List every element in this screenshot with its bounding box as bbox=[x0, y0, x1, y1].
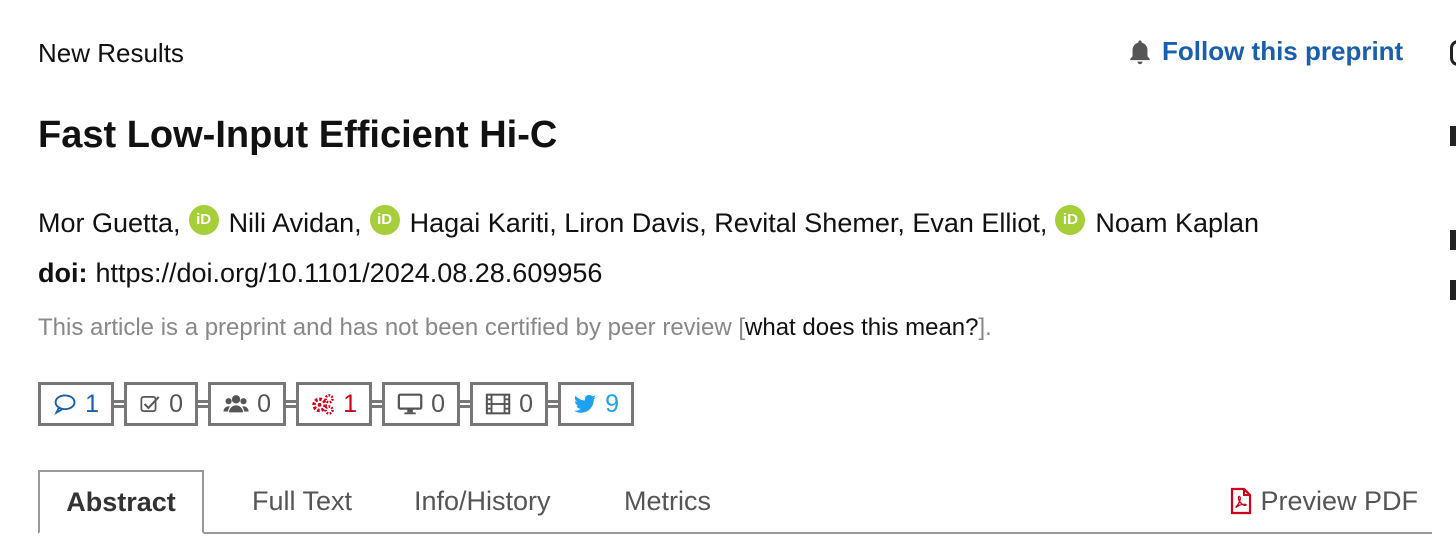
comment-icon bbox=[54, 394, 76, 415]
pdf-file-icon bbox=[1231, 487, 1252, 515]
notice-text: This article is a preprint and has not b… bbox=[38, 314, 746, 341]
author-list: Mor Guetta, iD Nili Avidan, iD Hagai Kar… bbox=[38, 204, 1259, 239]
author-name[interactable]: Nili Avidan, bbox=[229, 208, 362, 239]
section-label: New Results bbox=[38, 38, 184, 68]
orcid-icon[interactable]: iD bbox=[188, 204, 219, 235]
metric-value: 0 bbox=[169, 389, 183, 418]
metric-value: 1 bbox=[343, 389, 357, 418]
gears-icon bbox=[312, 394, 334, 415]
metric-automated[interactable]: 1 bbox=[296, 382, 372, 426]
preprint-notice: This article is a preprint and has not b… bbox=[38, 314, 992, 342]
metrics-bar: 1 0 0 1 0 0 9 bbox=[38, 382, 634, 426]
bell-icon bbox=[1130, 39, 1150, 64]
edge-mark bbox=[1450, 126, 1456, 146]
author-name[interactable]: Noam Kaplan bbox=[1095, 208, 1259, 239]
metric-connector bbox=[286, 400, 296, 408]
orcid-icon[interactable]: iD bbox=[1055, 204, 1086, 235]
tab-abstract[interactable]: Abstract bbox=[38, 470, 204, 534]
article-tabs: Abstract Full Text Info/History Metrics bbox=[38, 470, 1432, 534]
monitor-icon bbox=[397, 393, 423, 415]
metric-community[interactable]: 0 bbox=[208, 382, 286, 426]
follow-label: Follow this preprint bbox=[1162, 36, 1404, 66]
metric-peer-reviews[interactable]: 0 bbox=[124, 382, 198, 426]
metric-connector bbox=[548, 400, 558, 408]
edge-mark bbox=[1450, 230, 1456, 250]
metric-comments[interactable]: 1 bbox=[38, 382, 114, 426]
tab-info-history[interactable]: Info/History bbox=[414, 470, 551, 532]
edge-mark bbox=[1450, 40, 1456, 66]
doi-label: doi: bbox=[38, 258, 88, 288]
metric-news[interactable]: 0 bbox=[382, 382, 460, 426]
check-square-icon bbox=[140, 396, 160, 412]
metric-connector bbox=[460, 400, 470, 408]
preview-pdf-link[interactable]: Preview PDF bbox=[1230, 470, 1418, 532]
pdf-label: Preview PDF bbox=[1260, 485, 1418, 516]
follow-preprint-button[interactable]: Follow this preprint bbox=[1126, 36, 1403, 67]
users-icon bbox=[223, 395, 249, 413]
doi-link[interactable]: https://doi.org/10.1101/2024.08.28.60995… bbox=[95, 258, 602, 288]
metric-value: 0 bbox=[519, 389, 533, 418]
twitter-icon bbox=[574, 394, 597, 413]
metric-value: 0 bbox=[257, 389, 271, 418]
notice-end: ]. bbox=[978, 314, 992, 341]
edge-mark bbox=[1450, 280, 1456, 300]
what-does-this-mean-link[interactable]: what does this mean? bbox=[745, 314, 978, 341]
metric-connector bbox=[198, 400, 208, 408]
metric-value: 1 bbox=[85, 389, 99, 418]
doi-line: doi: https://doi.org/10.1101/2024.08.28.6… bbox=[38, 258, 602, 289]
metric-media[interactable]: 0 bbox=[470, 382, 548, 426]
metric-connector bbox=[114, 400, 124, 408]
author-name[interactable]: Hagai Kariti, Liron Davis, Revital Sheme… bbox=[410, 208, 1048, 239]
author-name[interactable]: Mor Guetta, bbox=[38, 208, 181, 239]
metric-value: 9 bbox=[605, 389, 619, 418]
metric-twitter[interactable]: 9 bbox=[558, 382, 634, 426]
metric-connector bbox=[372, 400, 382, 408]
tab-full-text[interactable]: Full Text bbox=[252, 470, 352, 532]
metric-value: 0 bbox=[431, 389, 445, 418]
film-icon bbox=[485, 393, 511, 415]
tab-metrics[interactable]: Metrics bbox=[624, 470, 711, 532]
article-title: Fast Low-Input Efficient Hi-C bbox=[38, 114, 558, 156]
orcid-icon[interactable]: iD bbox=[369, 204, 400, 235]
